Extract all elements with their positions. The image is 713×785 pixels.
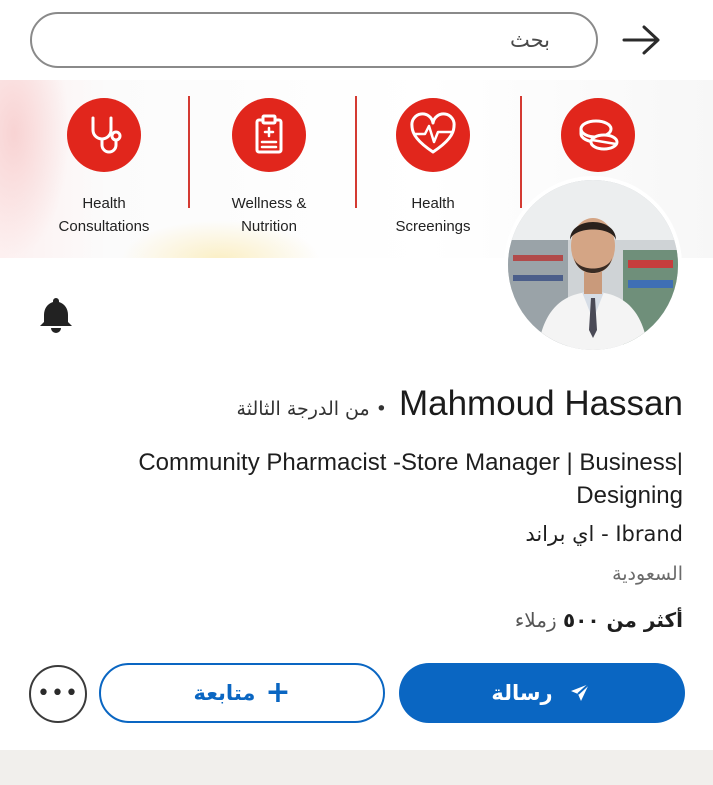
heartbeat-icon: [396, 98, 470, 172]
profile-company[interactable]: Ibrand - اي براند: [525, 522, 683, 546]
connections-count[interactable]: أكثر من ٥٠٠ زملاء: [515, 608, 683, 632]
banner-divider: [188, 96, 190, 208]
message-button[interactable]: رسالة: [399, 663, 685, 723]
profile-location: السعودية: [612, 563, 683, 585]
stethoscope-icon: [67, 98, 141, 172]
service-label: Health Screenings: [395, 195, 471, 235]
follow-button[interactable]: متابعة +: [99, 663, 385, 723]
search-placeholder: بحث: [509, 28, 550, 52]
service-label: Health Consultations: [58, 195, 150, 235]
service-health-screenings: Health Screenings: [363, 98, 503, 238]
service-label: Wellness & Nutrition: [231, 195, 307, 235]
banner-divider: [355, 96, 357, 208]
profile-name: Mahmoud Hassan: [398, 384, 683, 423]
bell-icon[interactable]: [36, 294, 76, 334]
service-wellness-nutrition: Wellness & Nutrition: [199, 98, 339, 238]
search-input[interactable]: بحث: [30, 12, 598, 68]
top-bar: بحث: [0, 0, 713, 80]
plus-icon: +: [265, 675, 291, 710]
send-icon: [570, 683, 590, 701]
service-medications: [528, 98, 668, 172]
message-label: رسالة: [491, 681, 553, 705]
more-icon: •••: [37, 681, 79, 706]
section-divider: [0, 750, 713, 785]
connection-degree: • من الدرجة الثالثة: [236, 398, 387, 420]
name-row: • من الدرجة الثالثة Mahmoud Hassan: [237, 384, 683, 424]
more-options-button[interactable]: •••: [29, 665, 87, 723]
clipboard-icon: [232, 98, 306, 172]
profile-avatar[interactable]: [504, 176, 682, 354]
arrow-right-icon[interactable]: [620, 22, 664, 58]
follow-label: متابعة: [193, 681, 256, 705]
pills-icon: [561, 98, 635, 172]
profile-headline: Community Pharmacist -Store Manager | Bu…: [138, 449, 683, 509]
banner-divider: [520, 96, 522, 208]
service-health-consultations: Health Consultations: [34, 98, 174, 238]
